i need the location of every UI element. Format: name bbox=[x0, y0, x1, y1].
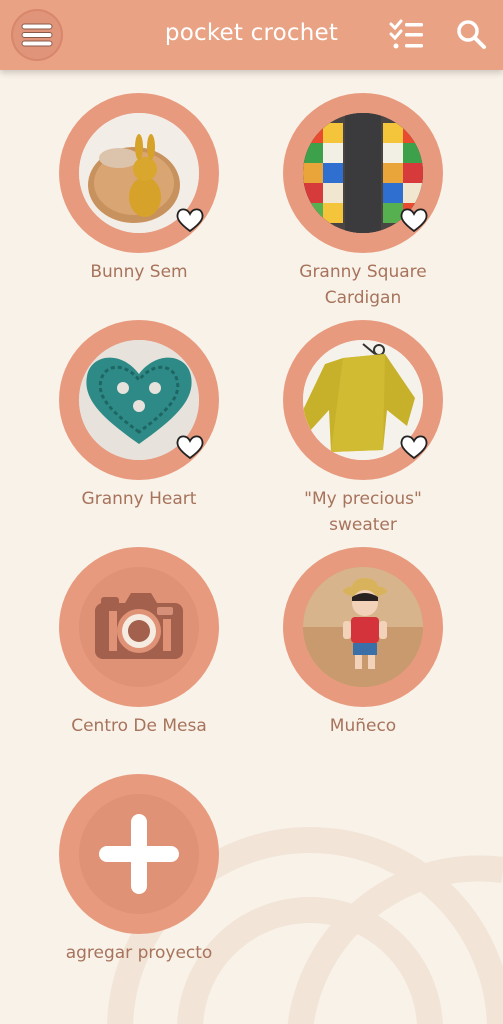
favorite-heart-icon[interactable] bbox=[175, 206, 205, 234]
add-project-label: agregar proyecto bbox=[65, 943, 213, 963]
project-thumbnail[interactable] bbox=[59, 93, 219, 253]
project-card[interactable]: "My precious" sweater bbox=[268, 320, 458, 538]
project-grid: Bunny Sem Granny Square Cardigan Granny … bbox=[0, 0, 503, 1024]
project-thumbnail[interactable] bbox=[283, 320, 443, 480]
project-card[interactable]: Muñeco bbox=[268, 547, 458, 739]
project-card[interactable]: Granny Heart bbox=[44, 320, 234, 512]
project-thumbnail[interactable] bbox=[283, 547, 443, 707]
project-name: "My precious" sweater bbox=[304, 489, 422, 535]
project-name: Granny Square Cardigan bbox=[299, 262, 427, 308]
favorite-heart-icon[interactable] bbox=[399, 433, 429, 461]
project-thumbnail[interactable] bbox=[283, 93, 443, 253]
plus-icon bbox=[99, 814, 179, 894]
project-name: Granny Heart bbox=[81, 489, 197, 509]
project-name: Centro De Mesa bbox=[71, 716, 207, 736]
camera-icon bbox=[95, 593, 183, 659]
app-title: pocket crochet bbox=[164, 20, 339, 46]
top-app-bar: pocket crochet bbox=[0, 0, 503, 70]
favorite-heart-icon[interactable] bbox=[399, 206, 429, 234]
project-name: Muñeco bbox=[329, 716, 397, 736]
add-project-button[interactable] bbox=[59, 774, 219, 934]
project-thumbnail[interactable] bbox=[59, 320, 219, 480]
doll-photo bbox=[303, 567, 423, 687]
add-project-card[interactable]: agregar proyecto bbox=[44, 774, 234, 966]
project-card[interactable]: Granny Square Cardigan bbox=[268, 93, 458, 311]
project-card[interactable]: Centro De Mesa bbox=[44, 547, 234, 739]
checklist-icon[interactable] bbox=[389, 18, 425, 52]
search-icon[interactable] bbox=[455, 18, 487, 50]
favorite-heart-icon[interactable] bbox=[175, 433, 205, 461]
project-card[interactable]: Bunny Sem bbox=[44, 93, 234, 285]
project-name: Bunny Sem bbox=[90, 262, 188, 282]
project-thumbnail[interactable] bbox=[59, 547, 219, 707]
